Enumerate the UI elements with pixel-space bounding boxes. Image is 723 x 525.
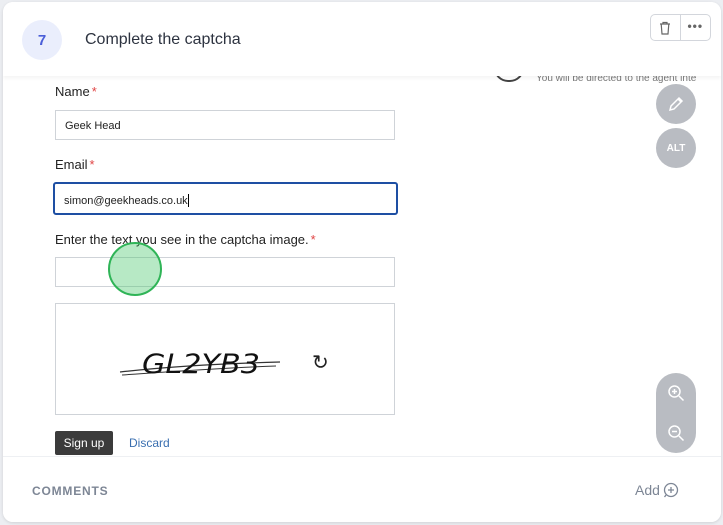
step-toolbar: ••• xyxy=(650,14,711,41)
zoom-controls xyxy=(656,373,696,453)
email-label: Email * xyxy=(55,157,95,172)
name-label: Name * xyxy=(55,84,97,99)
comments-footer: COMMENTS Add xyxy=(3,456,721,522)
zoom-in-icon xyxy=(668,385,685,402)
svg-text:GL2YB3: GL2YB3 xyxy=(142,349,260,380)
zoom-out-icon xyxy=(668,425,685,442)
step-screenshot: You will be directed to the agent inte N… xyxy=(16,76,704,456)
alt-text-button[interactable]: ALT xyxy=(656,128,696,168)
sign-up-button[interactable]: Sign up xyxy=(55,431,113,455)
step-header: 7 Complete the captcha ••• xyxy=(3,2,721,76)
trash-icon xyxy=(660,21,671,35)
captcha-image: GL2YB3 xyxy=(119,349,281,380)
click-indicator xyxy=(108,242,162,296)
zoom-in-button[interactable] xyxy=(656,373,696,413)
captcha-label: Enter the text you see in the captcha im… xyxy=(55,232,316,247)
add-comment-label: Add xyxy=(635,482,660,498)
add-comment-button[interactable]: Add xyxy=(635,482,679,498)
zoom-out-button[interactable] xyxy=(656,413,696,453)
step-number-badge: 7 xyxy=(22,20,62,60)
discard-link[interactable]: Discard xyxy=(129,436,170,450)
delete-button[interactable] xyxy=(651,15,681,40)
email-field[interactable]: simon@geekheads.co.uk xyxy=(53,182,398,215)
text-caret xyxy=(187,194,189,207)
step-title[interactable]: Complete the captcha xyxy=(85,31,241,49)
required-mark: * xyxy=(89,157,95,172)
captcha-input[interactable] xyxy=(55,257,395,287)
partial-banner-text: You will be directed to the agent inte xyxy=(536,76,697,84)
more-options-button[interactable]: ••• xyxy=(681,15,710,40)
captcha-image-box: GL2YB3 ↻ xyxy=(55,303,395,415)
more-dots-icon: ••• xyxy=(687,18,704,33)
edit-button[interactable] xyxy=(656,84,696,124)
name-field[interactable]: Geek Head xyxy=(55,110,395,140)
refresh-icon[interactable]: ↻ xyxy=(312,350,329,375)
pencil-icon xyxy=(668,96,684,112)
agent-icon xyxy=(494,76,524,82)
add-comment-icon xyxy=(663,482,679,498)
step-card: 7 Complete the captcha ••• You will be d… xyxy=(3,2,721,522)
required-mark: * xyxy=(91,84,97,99)
comments-label[interactable]: COMMENTS xyxy=(32,484,108,498)
required-mark: * xyxy=(310,232,316,247)
